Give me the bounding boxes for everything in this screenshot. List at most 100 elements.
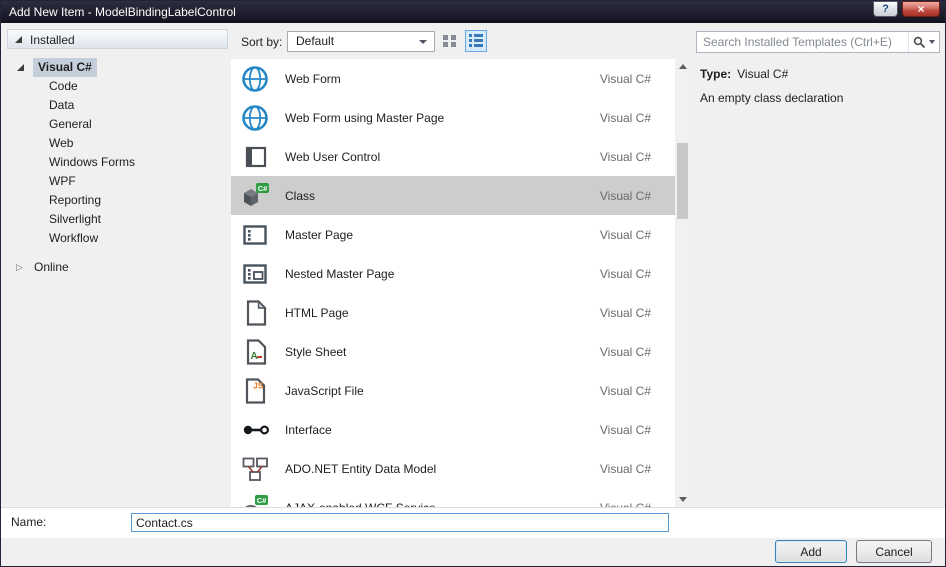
scrollbar[interactable] — [675, 59, 690, 507]
window-title: Add New Item - ModelBindingLabelControl — [9, 5, 236, 19]
template-language: Visual C# — [599, 422, 651, 437]
tree-root-label: Visual C# — [33, 58, 97, 77]
sidebar-item-data[interactable]: Data — [1, 96, 231, 115]
template-item-ado-net-entity-data-model[interactable]: ADO.NET Entity Data Model Visual C# — [231, 449, 675, 488]
list-view-icon — [469, 34, 483, 47]
scroll-up-button[interactable] — [675, 59, 690, 74]
sidebar-item-silverlight[interactable]: Silverlight — [1, 210, 231, 229]
sidebar-item-online[interactable]: Online — [1, 258, 231, 277]
template-name: Style Sheet — [285, 344, 347, 359]
sort-by-label: Sort by: — [241, 35, 283, 49]
sidebar-item-workflow[interactable]: Workflow — [1, 229, 231, 248]
template-description: An empty class declaration — [700, 91, 844, 105]
sidebar-item-label: Workflow — [49, 231, 99, 245]
type-value: Visual C# — [737, 67, 789, 81]
template-item-style-sheet[interactable]: A Style Sheet Visual C# — [231, 332, 675, 371]
template-language: Visual C# — [599, 188, 651, 203]
sidebar-item-label: Silverlight — [49, 212, 102, 226]
template-language: Visual C# — [599, 149, 651, 164]
sidebar-item-code[interactable]: Code — [1, 77, 231, 96]
template-item-interface[interactable]: Interface Visual C# — [231, 410, 675, 449]
grid-view-icon — [443, 35, 456, 47]
details-panel: Type: Visual C# An empty class declaratio… — [690, 23, 945, 507]
template-name: ADO.NET Entity Data Model — [285, 461, 437, 476]
template-item-javascript-file[interactable]: JS JavaScript File Visual C# — [231, 371, 675, 410]
cancel-button[interactable]: Cancel — [856, 540, 932, 563]
sort-dropdown[interactable]: Default — [287, 31, 435, 52]
chevron-collapsed-icon — [16, 258, 23, 277]
search-button[interactable] — [908, 32, 939, 52]
sidebar-item-label: Reporting — [49, 193, 102, 207]
medium-icons-view-button[interactable] — [439, 30, 461, 52]
name-row: Name: — [1, 507, 945, 538]
chevron-expanded-icon — [17, 64, 24, 71]
interface-icon — [239, 414, 271, 446]
ajax-wcf-icon: C# — [239, 492, 271, 507]
template-name: Web User Control — [285, 149, 381, 164]
help-button[interactable]: ? — [873, 1, 898, 17]
search-input[interactable] — [697, 35, 908, 49]
template-name: Interface — [285, 422, 332, 437]
template-language: Visual C# — [599, 71, 651, 86]
template-item-web-user-control[interactable]: Web User Control Visual C# — [231, 137, 675, 176]
web-user-control-icon — [239, 141, 271, 173]
add-button[interactable]: Add — [775, 540, 847, 563]
search-icon — [913, 36, 926, 48]
sidebar-item-windows-forms[interactable]: Windows Forms — [1, 153, 231, 172]
sidebar-item-label: General — [49, 117, 92, 131]
template-item-nested-master-page[interactable]: Nested Master Page Visual C# — [231, 254, 675, 293]
help-icon: ? — [882, 3, 889, 15]
template-language: Visual C# — [599, 344, 651, 359]
sidebar-item-label: WPF — [49, 174, 76, 188]
template-name: Master Page — [285, 227, 354, 242]
sort-toolbar: Sort by: Default — [231, 23, 675, 59]
chevron-expanded-icon — [15, 36, 22, 43]
list-view-button[interactable] — [465, 30, 487, 52]
template-name: Nested Master Page — [285, 266, 395, 281]
sort-value: Default — [296, 34, 335, 48]
template-item-master-page[interactable]: Master Page Visual C# — [231, 215, 675, 254]
template-item-class[interactable]: C# Class Visual C# — [231, 176, 675, 215]
installed-section-header[interactable]: Installed — [7, 29, 228, 49]
template-language: Visual C# — [599, 266, 651, 281]
add-new-item-dialog: Add New Item - ModelBindingLabelControl … — [0, 0, 946, 567]
scrollbar-thumb[interactable] — [677, 143, 688, 219]
template-item-ajax-enabled-wcf-service[interactable]: C# AJAX-enabled WCF Service Visual C# — [231, 488, 675, 507]
close-button[interactable]: × — [902, 1, 940, 17]
type-label: Type: — [700, 67, 732, 81]
template-list: Web Form Visual C# Web Form using Master… — [231, 59, 675, 507]
template-item-web-form-using-master-page[interactable]: Web Form using Master Page Visual C# — [231, 98, 675, 137]
sidebar-item-general[interactable]: General — [1, 115, 231, 134]
category-panel: Installed Visual C# Code Data General We… — [1, 23, 231, 507]
template-language: Visual C# — [599, 305, 651, 320]
svg-text:C#: C# — [257, 496, 267, 505]
arrow-down-icon — [678, 497, 687, 502]
sidebar-item-reporting[interactable]: Reporting — [1, 191, 231, 210]
template-item-html-page[interactable]: HTML Page Visual C# — [231, 293, 675, 332]
template-language: Visual C# — [599, 110, 651, 125]
tree-children: Code Data General Web Windows Forms WPF … — [1, 77, 231, 248]
ado-net-entity-icon — [239, 453, 271, 485]
sidebar-item-label: Windows Forms — [49, 155, 136, 169]
template-name: Class — [285, 188, 316, 203]
web-form-globe-icon — [239, 63, 271, 95]
html-page-icon — [239, 297, 271, 329]
template-name: HTML Page — [285, 305, 349, 320]
svg-text:A: A — [251, 351, 258, 362]
title-bar[interactable]: Add New Item - ModelBindingLabelControl … — [1, 1, 945, 23]
sidebar-item-web[interactable]: Web — [1, 134, 231, 153]
sidebar-item-visual-c-sharp[interactable]: Visual C# — [1, 58, 231, 77]
sidebar-item-wpf[interactable]: WPF — [1, 172, 231, 191]
nested-master-page-icon — [239, 258, 271, 290]
close-icon: × — [917, 2, 925, 16]
chevron-down-icon — [929, 40, 935, 44]
arrow-up-icon — [678, 64, 687, 69]
name-input[interactable] — [131, 513, 669, 532]
online-label: Online — [34, 260, 69, 274]
scroll-down-button[interactable] — [675, 492, 690, 507]
chevron-down-icon — [419, 40, 427, 44]
web-form-master-globe-icon — [239, 102, 271, 134]
sidebar-item-label: Code — [49, 79, 78, 93]
template-item-web-form[interactable]: Web Form Visual C# — [231, 59, 675, 98]
type-row: Type: Visual C# — [700, 67, 788, 81]
